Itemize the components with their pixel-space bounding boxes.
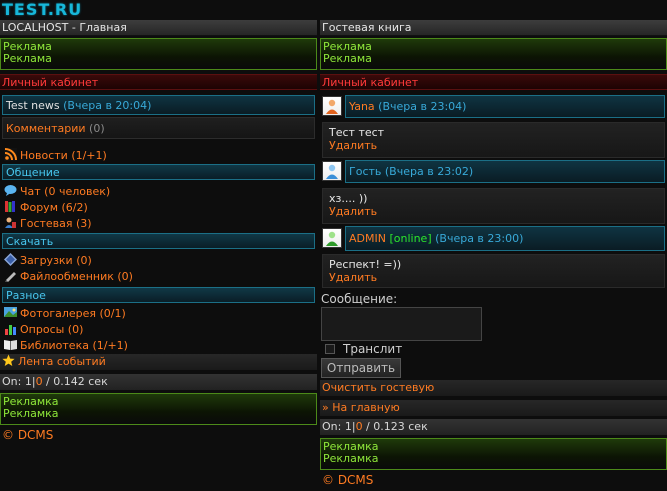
gen-time: / 0.142 сек [42,375,108,388]
menu-label: Библиотека (1/+1) [20,339,128,352]
gen-time: / 0.123 сек [362,420,428,433]
online-count[interactable]: 0 [36,375,43,388]
clear-guestbook-link[interactable]: Очистить гостевую [320,380,667,396]
menu-label: Лента событий [18,355,106,368]
message-text: Тест тест [329,126,385,139]
message-body: хз.... )) Удалить [322,188,665,224]
menu-item-library[interactable]: Библиотека (1/+1) [2,338,128,354]
message-author[interactable]: ADMIN [349,232,386,245]
translit-label: Транслит [343,342,403,356]
menu-label: Форум (6/2) [20,201,88,214]
online-status: On: 1|0 / 0.142 сек [0,374,317,390]
message-time: (Вчера в 23:02) [384,165,474,178]
site-logo[interactable]: TEST.RU [2,0,82,19]
personal-cabinet-link-right[interactable]: Личный кабинет [320,74,667,90]
section-communication: Общение [2,164,315,180]
send-button[interactable]: Отправить [321,358,401,378]
online-prefix: On: 1 [2,375,32,388]
news-block: Test news (Вчера в 20:04) [2,95,315,115]
menu-label: Чат (0 человек) [20,185,111,198]
comments-block: Комментарии (0) [2,117,315,139]
online-status-right: On: 1|0 / 0.123 сек [320,419,667,435]
menu-item-guestbook[interactable]: Гостевая (3) [2,216,92,232]
comments-link[interactable]: Комментарии [6,122,86,135]
online-prefix: On: 1 [322,420,352,433]
message-textarea[interactable] [321,307,482,341]
ad-link[interactable]: Реклама [323,53,664,65]
menu-label: Опросы (0) [20,323,84,336]
ad-block-bottom: Рекламка Рекламка [0,393,317,425]
ad-link[interactable]: Реклама [3,53,314,65]
menu-label: Файлообменник (0) [20,270,133,283]
message-header: Гость (Вчера в 23:02) [345,160,665,183]
message-body: Тест тест Удалить [322,122,665,158]
menu-item-events[interactable]: Лента событий [0,354,317,370]
home-link[interactable]: » На главную [320,400,667,416]
disk-icon [4,253,17,266]
ad-link[interactable]: Рекламка [323,453,664,465]
delete-link[interactable]: Удалить [329,271,658,284]
ad-link[interactable]: Рекламка [3,408,314,420]
menu-label: Фотогалерея (0/1) [20,307,126,320]
message-label: Сообщение: [321,292,398,306]
star-icon [2,354,15,367]
books-icon [4,200,17,213]
pen-icon [4,269,17,282]
ad-block-top-right: Реклама Реклама [320,38,667,70]
message-text: Респект! =)) [329,258,402,271]
message-author[interactable]: Yana [349,100,375,113]
photo-icon [4,306,17,319]
guestbook-icon [4,216,17,229]
section-download: Скачать [2,233,315,249]
menu-item-chat[interactable]: Чат (0 человек) [2,184,110,200]
comments-count: (0) [89,122,105,135]
menu-item-news[interactable]: Новости (1/+1) [2,148,107,164]
menu-item-downloads[interactable]: Загрузки (0) [2,253,92,269]
message-header: Yana (Вчера в 23:04) [345,95,665,118]
section-misc: Разное [2,287,315,303]
delete-link[interactable]: Удалить [329,139,658,152]
avatar[interactable] [322,228,342,248]
online-count[interactable]: 0 [356,420,363,433]
avatar[interactable] [322,96,342,116]
delete-link[interactable]: Удалить [329,205,658,218]
message-author[interactable]: Гость [349,165,381,178]
ad-block-bottom-right: Рекламка Рекламка [320,438,667,470]
menu-item-polls[interactable]: Опросы (0) [2,322,83,338]
avatar[interactable] [322,161,342,181]
message-text: хз.... )) [329,192,368,205]
message-body: Респект! =)) Удалить [322,254,665,288]
message-time: (Вчера в 23:04) [378,100,467,113]
chat-bubble-icon [4,184,17,197]
translit-checkbox[interactable] [325,344,335,354]
guestbook-title: Гостевая книга [320,20,667,36]
menu-item-photos[interactable]: Фотогалерея (0/1) [2,306,126,322]
message-header: ADMIN [online] (Вчера в 23:00) [345,226,665,251]
menu-item-forum[interactable]: Форум (6/2) [2,200,88,216]
news-time: (Вчера в 20:04) [63,99,152,112]
menu-label: Гостевая (3) [20,217,92,230]
online-badge: [online] [389,232,432,245]
menu-label: Загрузки (0) [20,254,92,267]
ad-link[interactable]: Реклама [323,41,664,53]
message-time: (Вчера в 23:00) [435,232,524,245]
copyright-link[interactable]: © DCMS [2,428,53,442]
bar-chart-icon [4,322,17,335]
menu-item-fileshare[interactable]: Файлообменник (0) [2,269,133,285]
open-book-icon [4,338,17,351]
copyright-link-right[interactable]: © DCMS [322,473,373,487]
ad-block-top: Реклама Реклама [0,38,317,70]
menu-label: Новости (1/+1) [20,149,107,162]
news-link[interactable]: Test news [6,99,60,112]
rss-icon [4,148,17,161]
page-title: LOCALHOST - Главная [0,20,317,36]
personal-cabinet-link[interactable]: Личный кабинет [0,74,317,90]
